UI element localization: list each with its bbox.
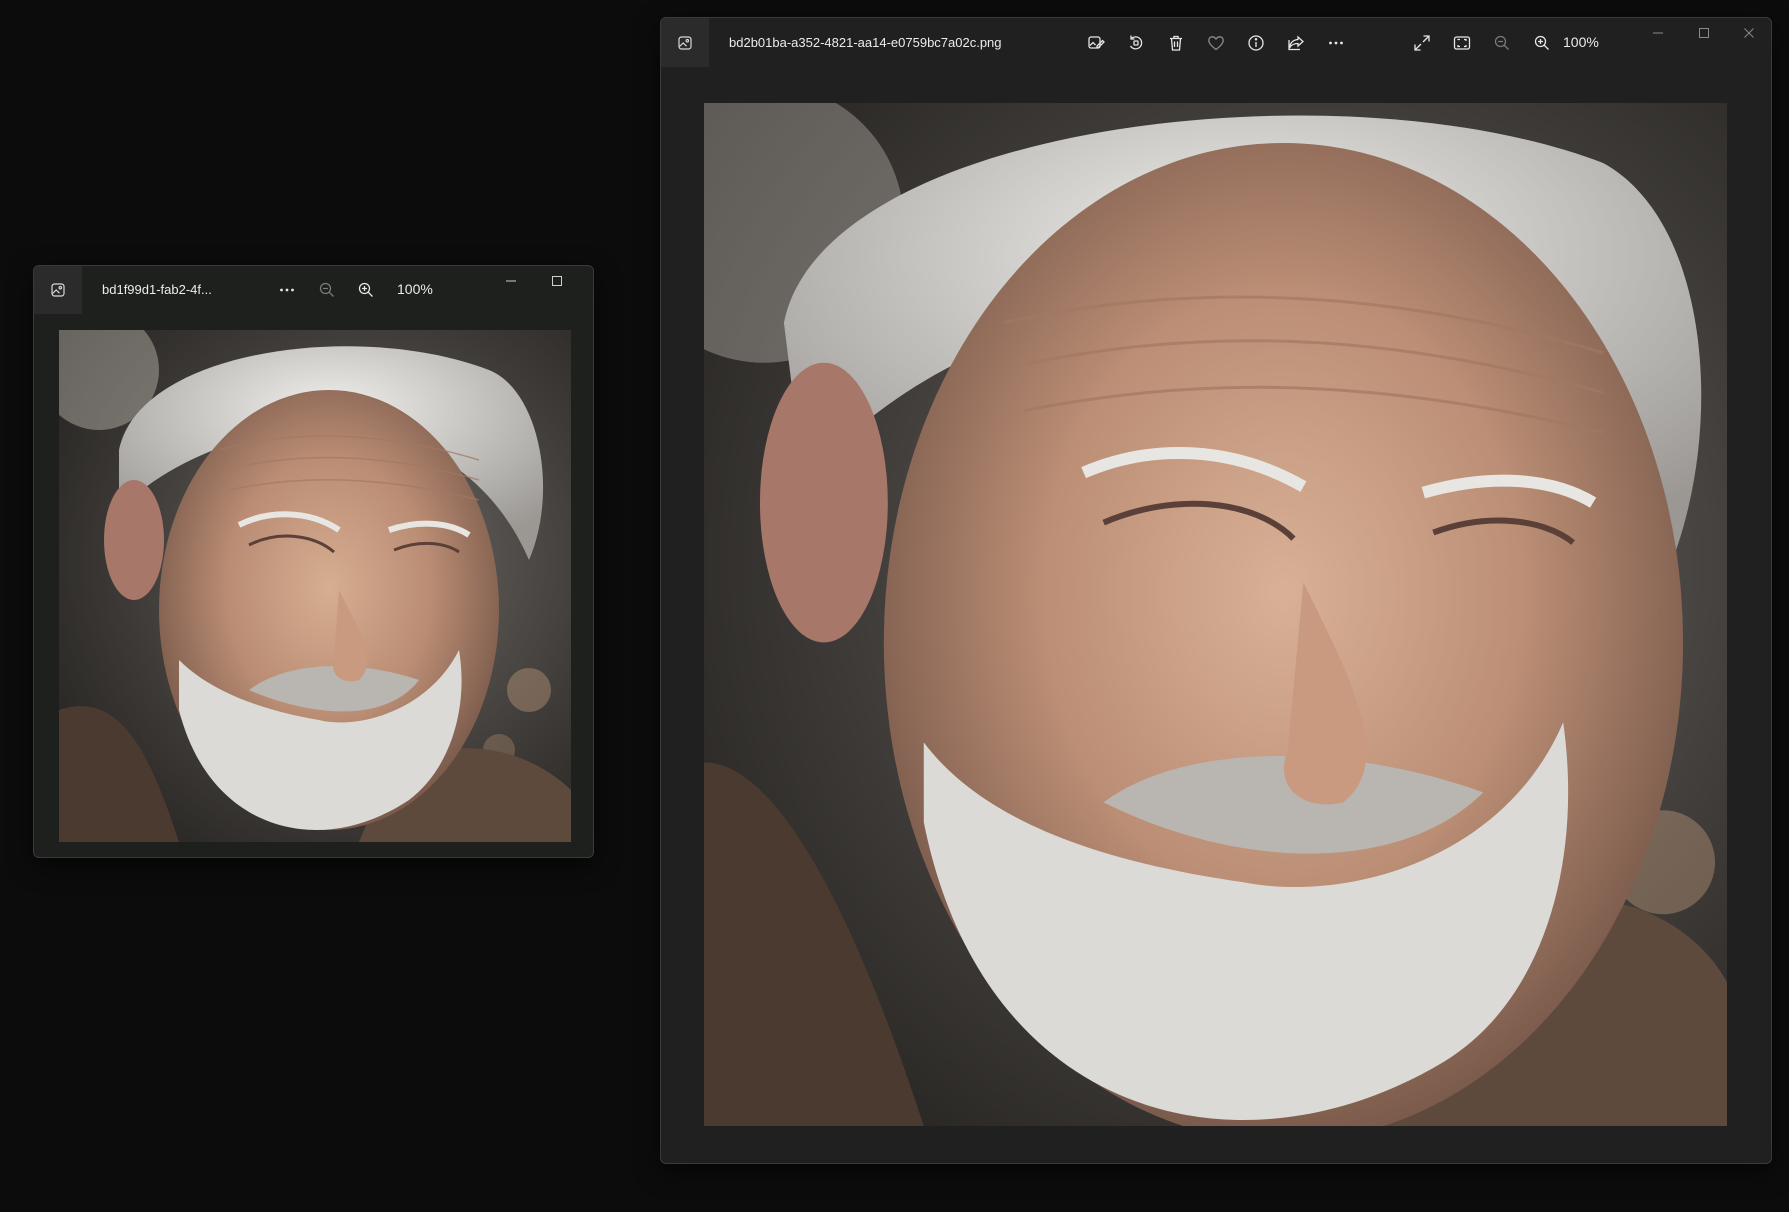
title-bar[interactable]: bd2b01ba-a352-4821-aa14-e0759bc7a02c.png [661, 18, 1771, 67]
minimize-icon [1652, 27, 1664, 39]
zoom-out-icon[interactable] [1485, 18, 1519, 67]
maximize-icon [1698, 27, 1710, 39]
photo-canvas[interactable] [704, 103, 1727, 1126]
zoom-in-icon[interactable] [349, 266, 383, 314]
zoom-level[interactable]: 100% [1563, 34, 1599, 50]
maximize-button[interactable] [1682, 18, 1726, 48]
maximize-icon [551, 275, 563, 287]
photos-window-small[interactable]: bd1f99d1-fab2-4f... 100% [33, 265, 594, 858]
rotate-icon[interactable] [1119, 18, 1153, 67]
maximize-button[interactable] [535, 266, 579, 296]
delete-icon[interactable] [1159, 18, 1193, 67]
share-icon[interactable] [1279, 18, 1313, 67]
photos-app-icon[interactable] [661, 18, 709, 67]
portrait-photo [59, 330, 571, 842]
zoom-in-icon[interactable] [1525, 18, 1559, 67]
title-bar[interactable]: bd1f99d1-fab2-4f... 100% [34, 266, 593, 314]
favorite-icon[interactable] [1199, 18, 1233, 67]
minimize-button[interactable] [489, 266, 533, 296]
fit-to-window-icon[interactable] [1445, 18, 1479, 67]
more-icon[interactable] [270, 266, 304, 314]
close-button[interactable] [1727, 18, 1771, 48]
more-icon[interactable] [1319, 18, 1353, 67]
zoom-level[interactable]: 100% [397, 281, 433, 297]
portrait-photo [704, 103, 1727, 1126]
photos-window-large[interactable]: bd2b01ba-a352-4821-aa14-e0759bc7a02c.png [660, 17, 1772, 1164]
photos-app-icon[interactable] [34, 266, 82, 314]
photo-canvas[interactable] [59, 330, 571, 842]
info-icon[interactable] [1239, 18, 1273, 67]
minimize-icon [505, 275, 517, 287]
close-icon [1743, 27, 1755, 39]
minimize-button[interactable] [1636, 18, 1680, 48]
edit-image-icon[interactable] [1079, 18, 1113, 67]
fullscreen-icon[interactable] [1405, 18, 1439, 67]
zoom-out-icon[interactable] [310, 266, 344, 314]
file-name: bd2b01ba-a352-4821-aa14-e0759bc7a02c.png [729, 35, 1002, 50]
file-name: bd1f99d1-fab2-4f... [102, 282, 212, 297]
close-button[interactable] [581, 266, 593, 296]
